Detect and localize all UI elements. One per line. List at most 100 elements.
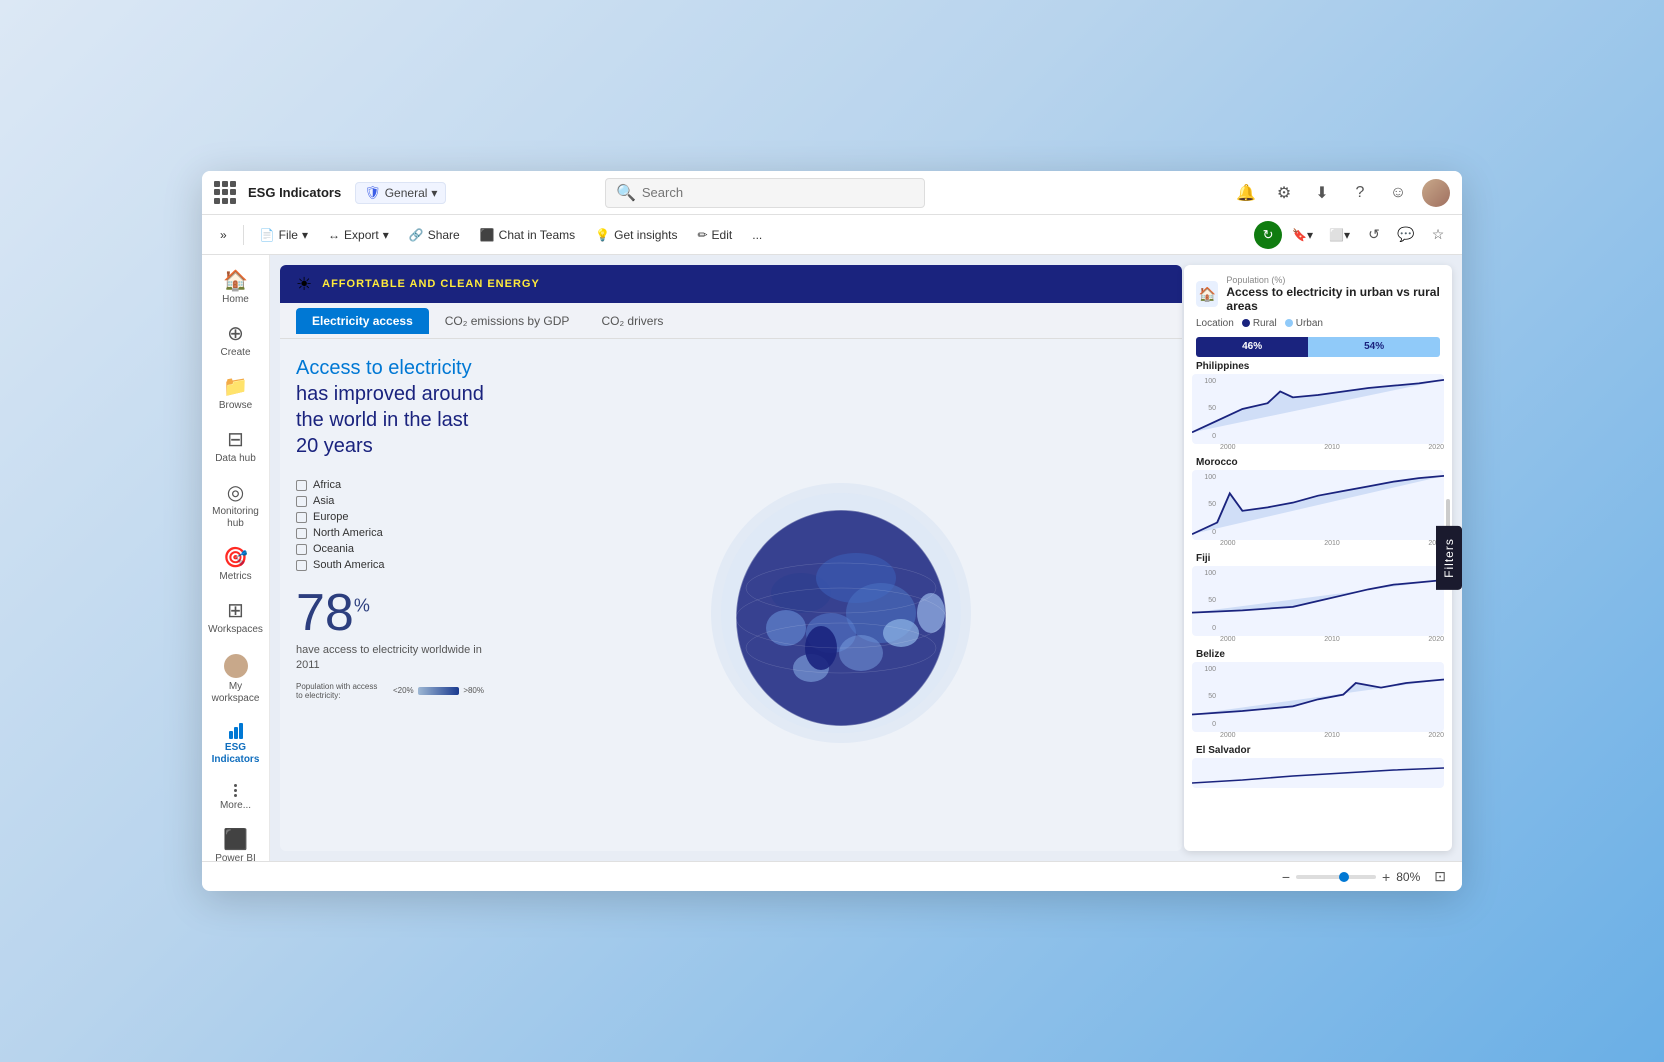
morocco-label: Morocco: [1192, 457, 1444, 468]
fiji-line-chart: [1192, 566, 1444, 636]
search-input[interactable]: [642, 185, 914, 200]
export-chevron: ▾: [383, 228, 389, 242]
more-options-button[interactable]: ...: [744, 224, 770, 246]
share-button[interactable]: 🔗 Share: [401, 224, 468, 246]
checkbox-box-asia: [296, 496, 307, 507]
sidebar-item-more[interactable]: More...: [202, 776, 269, 820]
sidebar-item-data-hub[interactable]: ⊟ Data hub: [202, 422, 269, 473]
checkbox-oceania[interactable]: Oceania: [296, 543, 484, 555]
right-panel: ‹ 🏠 Population (%) Access to electricity…: [1184, 265, 1452, 851]
file-chevron: ▾: [302, 228, 308, 242]
mini-chart-fiji: Fiji 100500: [1192, 553, 1444, 643]
philippines-label: Philippines: [1192, 361, 1444, 372]
sidebar-item-workspaces[interactable]: ⊞ Workspaces: [202, 593, 269, 644]
tab-co2-drivers[interactable]: CO₂ drivers: [585, 308, 679, 334]
panel-title-block: Population (%) Access to electricity in …: [1226, 275, 1440, 314]
stat-number: 78: [296, 584, 354, 642]
file-button[interactable]: 📄 File ▾: [252, 224, 316, 246]
workspace-chevron: ▾: [431, 186, 437, 200]
zoom-out-button[interactable]: −: [1282, 869, 1290, 885]
checkbox-label-africa: Africa: [313, 479, 341, 491]
more-icon: [234, 784, 237, 797]
el-salvador-chart: [1192, 758, 1444, 788]
ellipsis-icon: ...: [752, 228, 762, 242]
edit-button[interactable]: ✏ Edit: [689, 224, 740, 246]
search-bar[interactable]: 🔍: [605, 178, 925, 208]
report-left: Access to electricity has improved aroun…: [280, 339, 500, 851]
comment-button[interactable]: 💬: [1392, 221, 1420, 249]
house-icon: 🏠: [1196, 281, 1218, 307]
notification-button[interactable]: 🔔: [1232, 179, 1260, 207]
checkbox-box-south-america: [296, 560, 307, 571]
topbar-actions: 🔔 ⚙ ⬇ ? ☺: [1232, 179, 1450, 207]
sidebar-item-power-bi[interactable]: ⬛ Power BI: [202, 822, 269, 861]
refresh-button[interactable]: ↻: [1254, 221, 1282, 249]
report-area: ☀ AFFORTABLE AND CLEAN ENERGY Electricit…: [270, 255, 1462, 861]
chat-label: Chat in Teams: [499, 228, 575, 242]
checkbox-north-america[interactable]: North America: [296, 527, 484, 539]
file-icon: 📄: [260, 228, 275, 242]
workspace-selector[interactable]: 🛡 General ▾: [355, 182, 446, 204]
emoji-button[interactable]: ☺: [1384, 179, 1412, 207]
filters-tab[interactable]: Filters: [1436, 526, 1462, 590]
sidebar-label-home: Home: [222, 294, 249, 306]
belize-label: Belize: [1192, 649, 1444, 660]
tab-electricity[interactable]: Electricity access: [296, 308, 429, 334]
content-area: ☀ AFFORTABLE AND CLEAN ENERGY Electricit…: [270, 255, 1462, 861]
report-header-title: AFFORTABLE AND CLEAN ENERGY: [322, 278, 540, 290]
settings-button[interactable]: ⚙: [1270, 179, 1298, 207]
help-button[interactable]: ?: [1346, 179, 1374, 207]
mini-chart-belize: Belize 100500: [1192, 649, 1444, 739]
sidebar-label-my-workspace: Myworkspace: [212, 681, 260, 705]
share-label: Share: [428, 228, 460, 242]
sidebar-item-metrics[interactable]: 🎯 Metrics: [202, 540, 269, 591]
report-body: Access to electricity has improved aroun…: [280, 339, 1182, 851]
checkbox-europe[interactable]: Europe: [296, 511, 484, 523]
sidebar-item-create[interactable]: ⊕ Create: [202, 316, 269, 367]
workspaces-icon: ⊞: [227, 601, 244, 621]
bookmark-button[interactable]: 🔖▾: [1286, 224, 1319, 246]
checkbox-africa[interactable]: Africa: [296, 479, 484, 491]
globe-center: [500, 339, 1182, 851]
main-area: 🏠 Home ⊕ Create 📁 Browse ⊟ Data hub ◎ Mo…: [202, 255, 1462, 861]
sun-icon: ☀: [296, 274, 312, 295]
export-button[interactable]: ↔ Export ▾: [320, 224, 397, 246]
sidebar-item-browse[interactable]: 📁 Browse: [202, 369, 269, 420]
checkbox-south-america[interactable]: South America: [296, 559, 484, 571]
sidebar-item-esg[interactable]: ESGIndicators: [202, 715, 269, 774]
report-tabs: Electricity access CO₂ emissions by GDP …: [280, 303, 1182, 339]
ribbon-right: ↻ 🔖▾ ⬜▾ ↺ 💬 ☆: [1254, 221, 1452, 249]
sidebar-item-monitoring-hub[interactable]: ◎ Monitoring hub: [202, 475, 269, 538]
topbar: ESG Indicators 🛡 General ▾ 🔍 🔔 ⚙ ⬇ ? ☺: [202, 171, 1462, 215]
user-avatar[interactable]: [1422, 179, 1450, 207]
pop-high-label: >80%: [463, 686, 484, 695]
undo-button[interactable]: ↺: [1360, 221, 1388, 249]
tab-co2-gdp[interactable]: CO₂ emissions by GDP: [429, 308, 586, 334]
urban-progress: 54%: [1308, 337, 1440, 357]
apps-icon[interactable]: [214, 181, 238, 205]
checkbox-box-africa: [296, 480, 307, 491]
create-icon: ⊕: [227, 324, 244, 344]
belize-chart: 100500: [1192, 662, 1444, 732]
download-button[interactable]: ⬇: [1308, 179, 1336, 207]
rural-progress: 46%: [1196, 337, 1308, 357]
insights-button[interactable]: 💡 Get insights: [587, 224, 685, 246]
checkbox-box-north-america: [296, 528, 307, 539]
belize-x-labels: 200020102020: [1192, 732, 1444, 739]
zoom-slider[interactable]: [1296, 875, 1376, 879]
fit-page-button[interactable]: ⊡: [1434, 868, 1446, 885]
collapse-ribbon-button[interactable]: »: [212, 224, 235, 246]
checkbox-asia[interactable]: Asia: [296, 495, 484, 507]
monitoring-icon: ◎: [227, 483, 244, 503]
star-button[interactable]: ☆: [1424, 221, 1452, 249]
right-panel-header: 🏠 Population (%) Access to electricity i…: [1184, 265, 1452, 314]
sidebar-item-my-workspace[interactable]: Myworkspace: [202, 646, 269, 713]
panel-subtitle: Population (%): [1226, 275, 1440, 285]
bottom-bar: − + 80% ⊡: [202, 861, 1462, 891]
view-button[interactable]: ⬜▾: [1323, 224, 1356, 246]
chat-teams-button[interactable]: ⬛ Chat in Teams: [472, 224, 583, 246]
panel-legend: Location Rural Urban: [1184, 314, 1452, 333]
zoom-in-button[interactable]: +: [1382, 869, 1390, 885]
checkbox-label-oceania: Oceania: [313, 543, 354, 555]
sidebar-item-home[interactable]: 🏠 Home: [202, 263, 269, 314]
